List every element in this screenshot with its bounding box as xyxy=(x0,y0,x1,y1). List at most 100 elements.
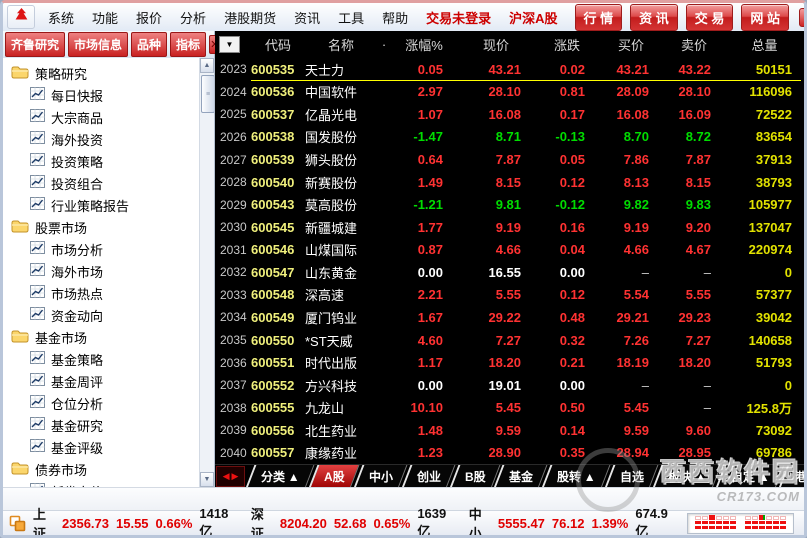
market-tab-6[interactable]: 基金 xyxy=(494,465,548,488)
tree-item-1-3[interactable]: 海外投资 xyxy=(3,128,214,150)
menu-item-8[interactable]: 帮助 xyxy=(373,3,417,31)
last-price: 19.01 xyxy=(457,378,535,393)
column-header-4[interactable]: 涨幅% xyxy=(391,35,457,54)
change: 0.35 xyxy=(535,445,599,460)
table-row[interactable]: 2026600538国发股份-1.478.71-0.138.708.728365… xyxy=(215,126,804,149)
tree-item-3-5[interactable]: 基金评级 xyxy=(3,436,214,458)
quick-button-2[interactable]: 资 讯 xyxy=(630,4,678,31)
table-row[interactable]: 2027600539狮头股份0.647.870.057.867.8737913 xyxy=(215,148,804,171)
tree-item-2-1[interactable]: 市场分析 xyxy=(3,238,214,260)
menu-status-2[interactable]: 沪深A股 xyxy=(500,3,566,31)
market-tab-5[interactable]: B股 xyxy=(449,465,500,488)
quick-button-1[interactable]: 行 情 xyxy=(575,4,623,31)
menu-item-1[interactable]: 系统 xyxy=(39,3,83,31)
market-tab-2[interactable]: A股 xyxy=(308,465,359,488)
market-tab-4[interactable]: 创业 xyxy=(401,465,455,488)
menu-item-2[interactable]: 功能 xyxy=(83,3,127,31)
menu-item-5[interactable]: 港股期货 xyxy=(215,3,285,31)
table-row[interactable]: 2038600555九龙山10.105.450.505.45–125.8万 xyxy=(215,396,804,419)
tree-folder-3[interactable]: 基金市场 xyxy=(3,326,214,348)
app-logo[interactable] xyxy=(7,5,35,29)
tree-item-3-2[interactable]: 基金周评 xyxy=(3,370,214,392)
column-header-5[interactable]: 现价 xyxy=(457,35,535,54)
column-header-1[interactable]: 代码 xyxy=(251,35,305,54)
table-row[interactable]: 2025600537亿晶光电1.0716.080.1716.0816.09725… xyxy=(215,103,804,126)
tree-item-3-3[interactable]: 仓位分析 xyxy=(3,392,214,414)
market-tab-label: 自定 xyxy=(731,468,755,485)
menu-item-4[interactable]: 分析 xyxy=(171,3,215,31)
tree-item-2-3[interactable]: 市场热点 xyxy=(3,282,214,304)
pane-tab-4[interactable]: 指标 xyxy=(170,32,206,57)
table-row[interactable]: 2029600543莫高股份-1.219.81-0.129.829.831059… xyxy=(215,193,804,216)
tree-item-1-4[interactable]: 投资策略 xyxy=(3,150,214,172)
table-row[interactable]: 2024600536中国软件2.9728.100.8128.0928.10116… xyxy=(215,81,804,104)
quick-button-4[interactable]: 网 站 xyxy=(741,4,789,31)
tree-item-label: 大宗商品 xyxy=(51,108,103,127)
market-tab-7[interactable]: 股转▲ xyxy=(542,465,611,488)
menu-item-3[interactable]: 报价 xyxy=(127,3,171,31)
scroll-down-icon[interactable]: ▼ xyxy=(200,472,214,487)
market-tab-3[interactable]: 中小 xyxy=(353,465,407,488)
table-header: ▼ 代码名称·涨幅%现价涨跌买价卖价总量 xyxy=(215,31,804,58)
pane-tab-1[interactable]: 齐鲁研究 xyxy=(5,32,65,57)
tab-scroll-left-icon[interactable]: ◀ xyxy=(223,471,230,482)
scrollbar-thumb[interactable]: ≡ xyxy=(201,75,215,113)
menu-item-7[interactable]: 工具 xyxy=(329,3,373,31)
tab-scroll-arrows[interactable]: ◀▶ xyxy=(216,466,245,487)
table-row[interactable]: 2034600549厦门钨业1.6729.220.4829.2129.23390… xyxy=(215,306,804,329)
ask-price: 5.55 xyxy=(663,287,725,302)
table-row[interactable]: 2039600556北生药业1.489.590.149.599.6073092 xyxy=(215,419,804,442)
menu-item-6[interactable]: 资讯 xyxy=(285,3,329,31)
table-row[interactable]: 2023600535天士力0.0543.210.0243.2143.225015… xyxy=(215,58,804,81)
tree-item-4-1[interactable]: 新券定价 xyxy=(3,480,214,487)
table-row[interactable]: 2031600546山煤国际0.874.660.044.664.67220974 xyxy=(215,239,804,262)
table-row[interactable]: 2036600551时代出版1.1718.200.2118.1918.20517… xyxy=(215,351,804,374)
column-header-7[interactable]: 买价 xyxy=(599,35,663,54)
tree-item-1-6[interactable]: 行业策略报告 xyxy=(3,194,214,216)
tree-item-1-5[interactable]: 投资组合 xyxy=(3,172,214,194)
chart-icon xyxy=(30,395,45,411)
tree-item-3-1[interactable]: 基金策略 xyxy=(3,348,214,370)
table-row[interactable]: 2033600548深高速2.215.550.125.545.5557377 xyxy=(215,284,804,307)
column-header-9[interactable]: 总量 xyxy=(725,35,804,54)
column-header-6[interactable]: 涨跌 xyxy=(535,35,599,54)
quick-button-3[interactable]: 交 易 xyxy=(686,4,734,31)
tree-item-2-4[interactable]: 资金动向 xyxy=(3,304,214,326)
tree-item-2-2[interactable]: 海外市场 xyxy=(3,260,214,282)
table-row[interactable]: 2035600550*ST天威4.607.270.327.267.2714065… xyxy=(215,329,804,352)
tree-folder-2[interactable]: 股票市场 xyxy=(3,216,214,238)
last-price: 43.21 xyxy=(457,62,535,77)
scroll-up-icon[interactable]: ▲ xyxy=(200,58,214,73)
tree-item-label: 基金研究 xyxy=(51,416,103,435)
tree-folder-4[interactable]: 债券市场 xyxy=(3,458,214,480)
change: 0.16 xyxy=(535,220,599,235)
market-tab-1[interactable]: 分类▲ xyxy=(246,465,315,488)
last-price: 28.10 xyxy=(457,84,535,99)
status-windows-icon[interactable] xyxy=(9,515,26,532)
market-tab-10[interactable]: 自定▲ xyxy=(716,465,785,488)
column-header-3[interactable]: · xyxy=(377,37,391,52)
change: -0.12 xyxy=(535,197,599,212)
market-tab-9[interactable]: 板块▲ xyxy=(653,465,722,488)
window-minimize-button[interactable]: ─ xyxy=(799,8,807,27)
pane-tab-3[interactable]: 品种 xyxy=(131,32,167,57)
column-header-8[interactable]: 卖价 xyxy=(663,35,725,54)
column-header-2[interactable]: 名称 xyxy=(305,35,377,54)
tree-item-1-2[interactable]: 大宗商品 xyxy=(3,106,214,128)
table-row[interactable]: 2028600540新赛股份1.498.150.128.138.1538793 xyxy=(215,171,804,194)
row-index: 2029 xyxy=(215,198,251,212)
table-row[interactable]: 2032600547山东黄金0.0016.550.00––0 xyxy=(215,261,804,284)
market-tab-8[interactable]: 自选 xyxy=(605,465,659,488)
tree-item-1-1[interactable]: 每日快报 xyxy=(3,84,214,106)
tree-folder-1[interactable]: 策略研究 xyxy=(3,62,214,84)
table-row[interactable]: 2037600552方兴科技0.0019.010.00––0 xyxy=(215,374,804,397)
pane-tab-2[interactable]: 市场信息 xyxy=(68,32,128,57)
tree-item-3-4[interactable]: 基金研究 xyxy=(3,414,214,436)
index-value: 2356.73 xyxy=(62,516,109,531)
table-row[interactable]: 2040600557康缘药业1.2328.900.3528.9428.95697… xyxy=(215,442,804,465)
sidebar-scrollbar[interactable]: ▲ ≡ ▼ xyxy=(199,58,214,487)
menu-status-1[interactable]: 交易未登录 xyxy=(417,3,500,31)
column-dropdown-icon[interactable]: ▼ xyxy=(219,36,240,53)
tab-scroll-right-icon[interactable]: ▶ xyxy=(232,471,239,482)
table-row[interactable]: 2030600545新疆城建1.779.190.169.199.20137047 xyxy=(215,216,804,239)
